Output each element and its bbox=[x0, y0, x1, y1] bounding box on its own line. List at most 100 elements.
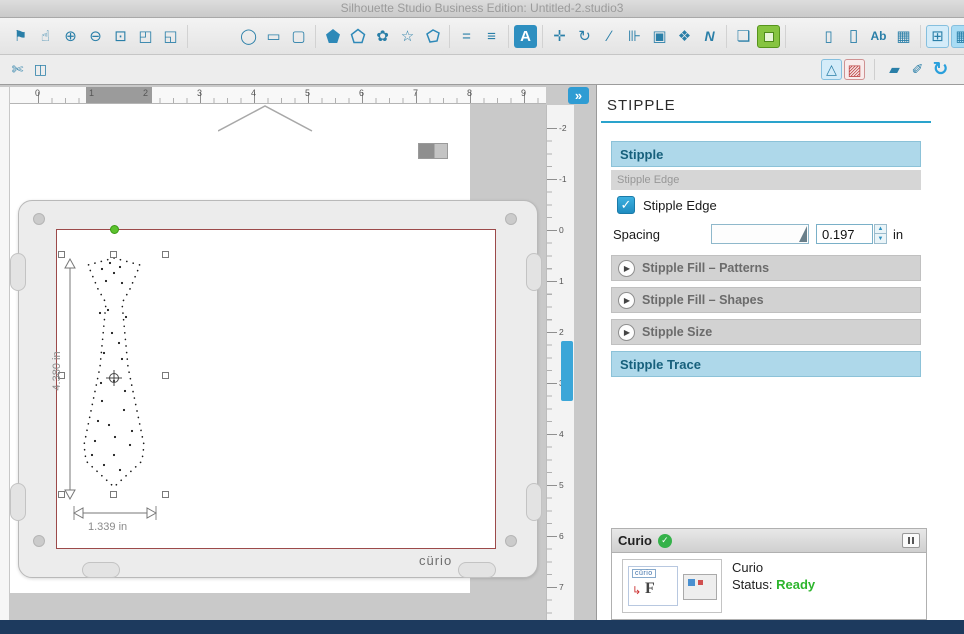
blade-settings-icon[interactable]: ✄ bbox=[7, 59, 28, 80]
grid-settings-icon[interactable]: ▦ bbox=[951, 24, 964, 48]
ellipse-tool-icon[interactable]: ◯ bbox=[237, 25, 260, 48]
stipple-section-header[interactable]: Stipple bbox=[611, 141, 921, 167]
bottom-bar bbox=[0, 620, 964, 634]
expand-panel-button[interactable] bbox=[568, 87, 589, 104]
machine-illustration bbox=[683, 574, 717, 600]
collapsed-section-stipple-fill-shapes[interactable]: Stipple Fill – Shapes bbox=[611, 287, 921, 313]
collapsed-section-stipple-size[interactable]: Stipple Size bbox=[611, 319, 921, 345]
h-ruler-number: 4 bbox=[251, 88, 257, 98]
selection-handle[interactable] bbox=[162, 372, 169, 379]
fill-color-tool-icon[interactable] bbox=[757, 24, 780, 48]
h-ruler-number: 3 bbox=[197, 88, 203, 98]
zoom-in-tool-icon[interactable]: ⊕ bbox=[59, 25, 82, 48]
h-ruler-number: 2 bbox=[143, 88, 149, 98]
sync-icon[interactable]: ↻ bbox=[930, 59, 951, 80]
send-file-illustration: cürio ↳ F bbox=[628, 566, 678, 606]
selection-handle[interactable] bbox=[162, 251, 169, 258]
stipple-edge-subheader-label: Stipple Edge bbox=[617, 174, 680, 186]
replicate-tool-icon[interactable]: ▣ bbox=[648, 25, 671, 48]
stipple-edge-checkbox[interactable] bbox=[617, 196, 635, 214]
fit-to-page-tool-icon[interactable]: ◱ bbox=[159, 25, 182, 48]
curio-panel-title: Curio bbox=[618, 533, 652, 548]
pattern-fill-icon[interactable]: ▨ bbox=[844, 59, 865, 80]
collapsed-section-stipple-fill-patterns[interactable]: Stipple Fill – Patterns bbox=[611, 255, 921, 281]
align-tool-icon[interactable]: ⊪ bbox=[623, 25, 646, 48]
knife-tool-icon[interactable]: ✐ bbox=[907, 59, 928, 80]
mat-tab bbox=[458, 562, 496, 578]
freeform-polygon-tool-icon[interactable] bbox=[421, 25, 444, 48]
v-ruler-number: 7 bbox=[559, 582, 564, 592]
curio-device-panel: Curio cürio ↳ F bbox=[611, 528, 927, 620]
mat-tab bbox=[526, 483, 542, 521]
zoom-selection-tool-icon[interactable]: ⊡ bbox=[109, 25, 132, 48]
expand-section-icon[interactable] bbox=[618, 259, 635, 277]
v-ruler-number: 2 bbox=[559, 327, 564, 337]
pan-hand-tool-icon[interactable]: ☝ bbox=[34, 25, 57, 48]
secondary-toolbar: ✄ ◫ △ ▨ ▰ ✐ ↻ bbox=[0, 55, 964, 85]
stipple-trace-header[interactable]: Stipple Trace bbox=[611, 351, 921, 377]
rectangle-tool-icon[interactable]: ▭ bbox=[262, 25, 285, 48]
spacing-value-input[interactable]: 0.197 bbox=[816, 224, 873, 244]
stipple-tie-shape[interactable] bbox=[62, 255, 166, 495]
polyline-tool-icon[interactable]: ≡ bbox=[480, 25, 503, 48]
panel-title: STIPPLE bbox=[607, 97, 676, 114]
shear-tool-icon[interactable]: ∕ bbox=[598, 25, 621, 48]
rotate-tool-icon[interactable]: ↻ bbox=[573, 25, 596, 48]
h-ruler-number: 5 bbox=[305, 88, 311, 98]
machine-blue-dot bbox=[688, 579, 695, 586]
grid-table-icon[interactable]: ▦ bbox=[892, 25, 915, 48]
rounded-rectangle-tool-icon[interactable]: ▢ bbox=[287, 25, 310, 48]
expand-section-icon[interactable] bbox=[618, 323, 635, 341]
drag-zoom-tool-icon[interactable]: ◰ bbox=[134, 25, 157, 48]
emboss-tool-icon[interactable]: ◫ bbox=[30, 59, 51, 80]
text-style-icon[interactable]: Ab bbox=[867, 25, 890, 48]
selection-handle[interactable] bbox=[110, 251, 117, 258]
spacing-increment-button[interactable]: ▲ bbox=[875, 225, 886, 234]
flag-select-tool-icon[interactable]: ⚑ bbox=[9, 25, 32, 48]
selection-handle[interactable] bbox=[110, 491, 117, 498]
status-label: Status: bbox=[732, 577, 773, 592]
app-window: Silhouette Studio Business Edition: Unti… bbox=[0, 0, 964, 634]
pause-button[interactable] bbox=[902, 533, 920, 548]
selection-handle[interactable] bbox=[58, 251, 65, 258]
spacing-label: Spacing bbox=[613, 227, 660, 242]
spacing-decrement-button[interactable]: ▼ bbox=[875, 234, 886, 243]
note-tool-icon[interactable]: ❏ bbox=[732, 25, 755, 48]
left-ruler-strip bbox=[0, 87, 10, 620]
eraser-tool-icon[interactable]: ▰ bbox=[884, 59, 905, 80]
phone-connect-icon[interactable]: ▯ bbox=[817, 25, 840, 48]
horizontal-ruler: 0 1 2 3 4 5 6 7 8 9 bbox=[10, 87, 546, 104]
mat-corner-dot bbox=[505, 535, 517, 547]
spacing-slider[interactable] bbox=[711, 224, 809, 244]
selection-handle[interactable] bbox=[58, 491, 65, 498]
regular-polygon-tool-icon[interactable] bbox=[321, 25, 344, 48]
move-tool-icon[interactable]: ✛ bbox=[548, 25, 571, 48]
text-tool-icon[interactable]: A bbox=[514, 24, 537, 48]
tablet-connect-icon[interactable]: ▯ bbox=[842, 25, 865, 48]
spacing-slider-handle[interactable] bbox=[799, 226, 807, 242]
v-ruler-number: 4 bbox=[559, 429, 564, 439]
h-ruler-number: 9 bbox=[521, 88, 527, 98]
rotation-handle[interactable] bbox=[110, 225, 119, 234]
stipple-edge-subheader: Stipple Edge bbox=[611, 170, 921, 190]
v-ruler-number: 5 bbox=[559, 480, 564, 490]
modify-tool-icon[interactable]: ❖ bbox=[673, 25, 696, 48]
star-tool-icon[interactable]: ☆ bbox=[396, 25, 419, 48]
curio-panel-header: Curio bbox=[612, 529, 926, 553]
page-setup-icon[interactable]: ⊞ bbox=[926, 24, 949, 48]
line-tool-icon[interactable]: = bbox=[455, 25, 478, 48]
h-ruler-number: 0 bbox=[35, 88, 41, 98]
stipple-edge-checkbox-label: Stipple Edge bbox=[643, 198, 717, 213]
selection-handle[interactable] bbox=[162, 491, 169, 498]
expand-section-icon[interactable] bbox=[618, 291, 635, 309]
nesting-tool-icon[interactable]: N bbox=[698, 25, 721, 48]
file-letter: F bbox=[645, 580, 655, 597]
v-ruler-number: 6 bbox=[559, 531, 564, 541]
shape-tool-icon[interactable] bbox=[346, 25, 369, 48]
curio-device-thumbnail[interactable]: cürio ↳ F bbox=[622, 559, 722, 613]
zoom-out-tool-icon[interactable]: ⊖ bbox=[84, 25, 107, 48]
design-canvas[interactable]: 0123456789 cürio 4.380 in 1.339 in -2 -1… bbox=[0, 85, 596, 620]
stipple-panel-icon[interactable]: △ bbox=[821, 59, 842, 80]
flower-tool-icon[interactable]: ✿ bbox=[371, 25, 394, 48]
vertical-scrollbar[interactable] bbox=[561, 341, 573, 401]
